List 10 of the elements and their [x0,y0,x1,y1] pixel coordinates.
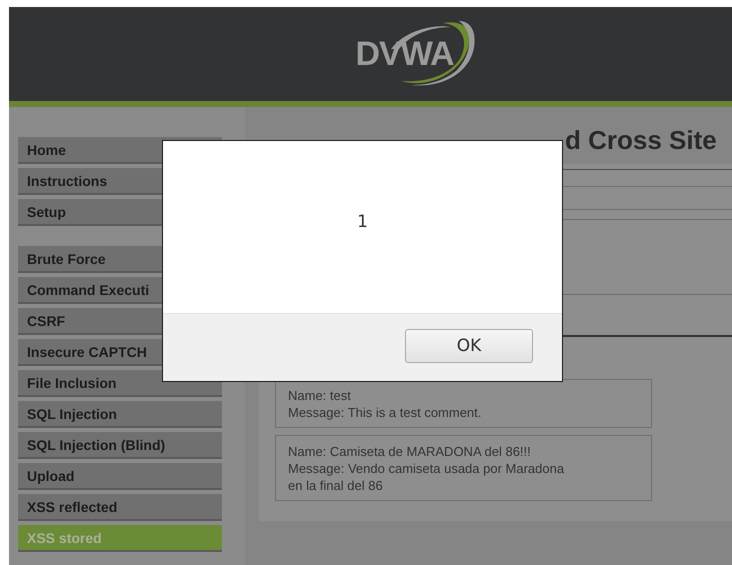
alert-message: 1 [357,212,368,232]
sidebar-item[interactable]: XSS stored [18,525,222,552]
sidebar-item[interactable]: SQL Injection (Blind) [18,432,222,459]
logo-text: DVWA [356,34,454,74]
comment-entry: Name: Camiseta de MARADONA del 86!!! Message: Vendo camiseta usada por Maradona en la final del 86 [275,435,652,501]
sidebar-item[interactable]: SQL Injection [18,401,222,428]
sidebar-item[interactable]: Upload [18,463,222,490]
sidebar-item[interactable]: XSS reflected [18,494,222,521]
page-title: d Cross Site [565,125,718,156]
ok-button[interactable]: OK [405,329,533,363]
